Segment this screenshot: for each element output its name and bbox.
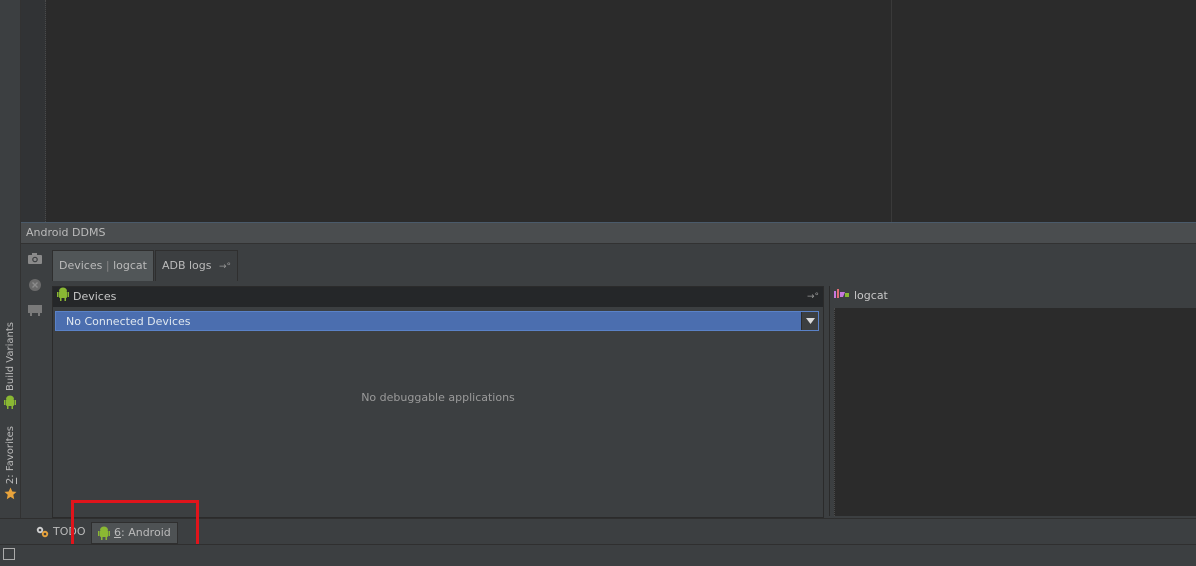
empty-message: No debuggable applications — [361, 391, 515, 404]
tool-windows-toggle-icon[interactable] — [3, 548, 15, 560]
favorites-tab[interactable]: 2: Favorites — [0, 426, 20, 503]
android-icon — [57, 287, 69, 308]
device-icon[interactable] — [27, 303, 43, 317]
ddms-toolbar — [21, 244, 49, 519]
logcat-icon — [834, 286, 850, 306]
right-margin-line — [891, 0, 892, 222]
tab-adb-logs[interactable]: ADB logs →° — [154, 250, 239, 281]
star-icon — [4, 487, 17, 503]
editor-area[interactable] — [21, 0, 1196, 222]
ddms-title: Android DDMS — [21, 223, 1196, 244]
build-variants-label: Build Variants — [4, 322, 16, 391]
device-select[interactable]: No Connected Devices — [55, 311, 819, 331]
android-icon — [4, 395, 16, 412]
tab-logcat-label: logcat — [113, 259, 147, 272]
ddms-tabbar: Devices | logcat ADB logs →° — [52, 250, 239, 281]
stop-icon[interactable] — [27, 278, 43, 292]
pin-icon[interactable]: →° — [219, 262, 231, 272]
favorites-label: : Favorites — [4, 426, 16, 478]
ddms-panel: Android DDMS Devices | logcat ADB logs →… — [21, 222, 1196, 519]
tab-devices-label: Devices — [59, 259, 103, 272]
status-bar — [0, 544, 1196, 566]
devices-pin-icon[interactable]: →° — [807, 287, 819, 307]
tab-adb-logs-label: ADB logs — [161, 259, 212, 272]
device-select-value: No Connected Devices — [66, 314, 191, 328]
camera-icon[interactable] — [27, 252, 43, 266]
logcat-title: logcat — [854, 289, 888, 302]
chevron-down-icon[interactable] — [801, 312, 818, 330]
tab-devices-logcat[interactable]: Devices | logcat — [52, 250, 154, 281]
editor-gutter — [21, 0, 46, 222]
tab-separator: | — [105, 259, 110, 272]
logcat-output[interactable] — [834, 308, 1196, 516]
logcat-pane: logcat — [829, 286, 1196, 516]
build-variants-tab[interactable]: Build Variants — [0, 322, 20, 412]
todo-icon — [36, 526, 49, 538]
devices-pane: Devices →° No Connected Devices No debug… — [52, 286, 824, 518]
devices-title: Devices — [73, 290, 117, 303]
left-tool-strip: Build Variants 2: Favorites — [0, 0, 21, 545]
logcat-header: logcat — [830, 286, 1196, 306]
favorites-number: 2 — [4, 477, 16, 485]
devices-header: Devices →° — [53, 287, 823, 307]
